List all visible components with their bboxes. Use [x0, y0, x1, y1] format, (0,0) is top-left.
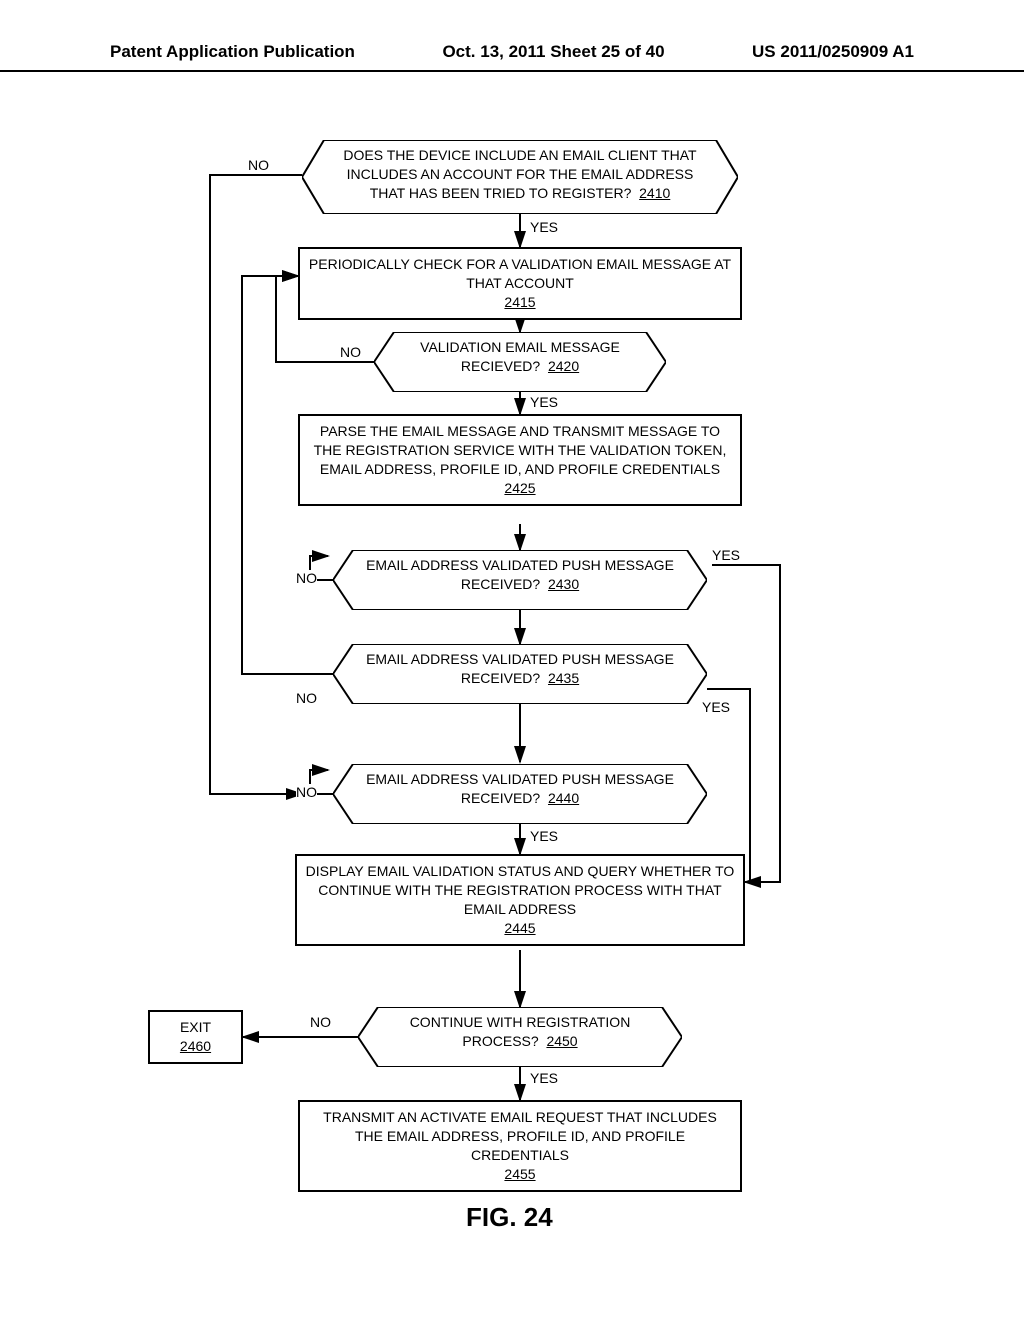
- label-no: NO: [296, 784, 317, 800]
- decision-ref: 2440: [548, 790, 579, 806]
- label-no: NO: [248, 157, 269, 173]
- label-no: NO: [310, 1014, 331, 1030]
- figure-label: FIG. 24: [466, 1202, 553, 1233]
- header-left: Patent Application Publication: [110, 42, 355, 62]
- header-middle: Oct. 13, 2011 Sheet 25 of 40: [442, 42, 664, 62]
- terminator-ref: 2460: [180, 1038, 211, 1054]
- process-ref: 2455: [504, 1166, 535, 1182]
- label-yes: YES: [530, 1070, 558, 1086]
- decision-text: CONTINUE WITH REGISTRATION PROCESS?: [410, 1014, 631, 1049]
- decision-ref: 2450: [546, 1033, 577, 1049]
- label-yes: YES: [530, 219, 558, 235]
- process-2455: TRANSMIT AN ACTIVATE EMAIL REQUEST THAT …: [298, 1100, 742, 1192]
- label-no: NO: [296, 570, 317, 586]
- process-ref: 2445: [504, 920, 535, 936]
- label-no: NO: [296, 690, 317, 706]
- process-text: TRANSMIT AN ACTIVATE EMAIL REQUEST THAT …: [323, 1109, 717, 1163]
- process-ref: 2415: [504, 294, 535, 310]
- decision-text: VALIDATION EMAIL MESSAGE RECIEVED?: [420, 339, 620, 374]
- header-right: US 2011/0250909 A1: [752, 42, 914, 62]
- process-text: PARSE THE EMAIL MESSAGE AND TRANSMIT MES…: [314, 423, 727, 477]
- decision-ref: 2420: [548, 358, 579, 374]
- process-text: DISPLAY EMAIL VALIDATION STATUS AND QUER…: [306, 863, 735, 917]
- decision-2420: VALIDATION EMAIL MESSAGE RECIEVED? 2420: [374, 332, 666, 392]
- decision-2450: CONTINUE WITH REGISTRATION PROCESS? 2450: [358, 1007, 682, 1067]
- label-yes: YES: [712, 547, 740, 563]
- decision-ref: 2430: [548, 576, 579, 592]
- process-2415: PERIODICALLY CHECK FOR A VALIDATION EMAI…: [298, 247, 742, 320]
- decision-2430: EMAIL ADDRESS VALIDATED PUSH MESSAGE REC…: [333, 550, 707, 610]
- terminator-2460: EXIT 2460: [148, 1010, 243, 1064]
- label-yes: YES: [530, 828, 558, 844]
- decision-text: EMAIL ADDRESS VALIDATED PUSH MESSAGE REC…: [366, 651, 674, 686]
- terminator-text: EXIT: [180, 1019, 211, 1035]
- label-yes: YES: [702, 699, 730, 715]
- process-2425: PARSE THE EMAIL MESSAGE AND TRANSMIT MES…: [298, 414, 742, 506]
- decision-text: EMAIL ADDRESS VALIDATED PUSH MESSAGE REC…: [366, 771, 674, 806]
- label-yes: YES: [530, 394, 558, 410]
- decision-2435: EMAIL ADDRESS VALIDATED PUSH MESSAGE REC…: [333, 644, 707, 704]
- decision-2440: EMAIL ADDRESS VALIDATED PUSH MESSAGE REC…: [333, 764, 707, 824]
- decision-ref: 2410: [639, 185, 670, 201]
- label-no: NO: [340, 344, 361, 360]
- process-ref: 2425: [504, 480, 535, 496]
- decision-2410: DOES THE DEVICE INCLUDE AN EMAIL CLIENT …: [302, 140, 738, 214]
- page-header: Patent Application Publication Oct. 13, …: [0, 0, 1024, 72]
- process-2445: DISPLAY EMAIL VALIDATION STATUS AND QUER…: [295, 854, 745, 946]
- decision-ref: 2435: [548, 670, 579, 686]
- process-text: PERIODICALLY CHECK FOR A VALIDATION EMAI…: [309, 256, 731, 291]
- flowchart: DOES THE DEVICE INCLUDE AN EMAIL CLIENT …: [0, 72, 1024, 1272]
- decision-text: EMAIL ADDRESS VALIDATED PUSH MESSAGE REC…: [366, 557, 674, 592]
